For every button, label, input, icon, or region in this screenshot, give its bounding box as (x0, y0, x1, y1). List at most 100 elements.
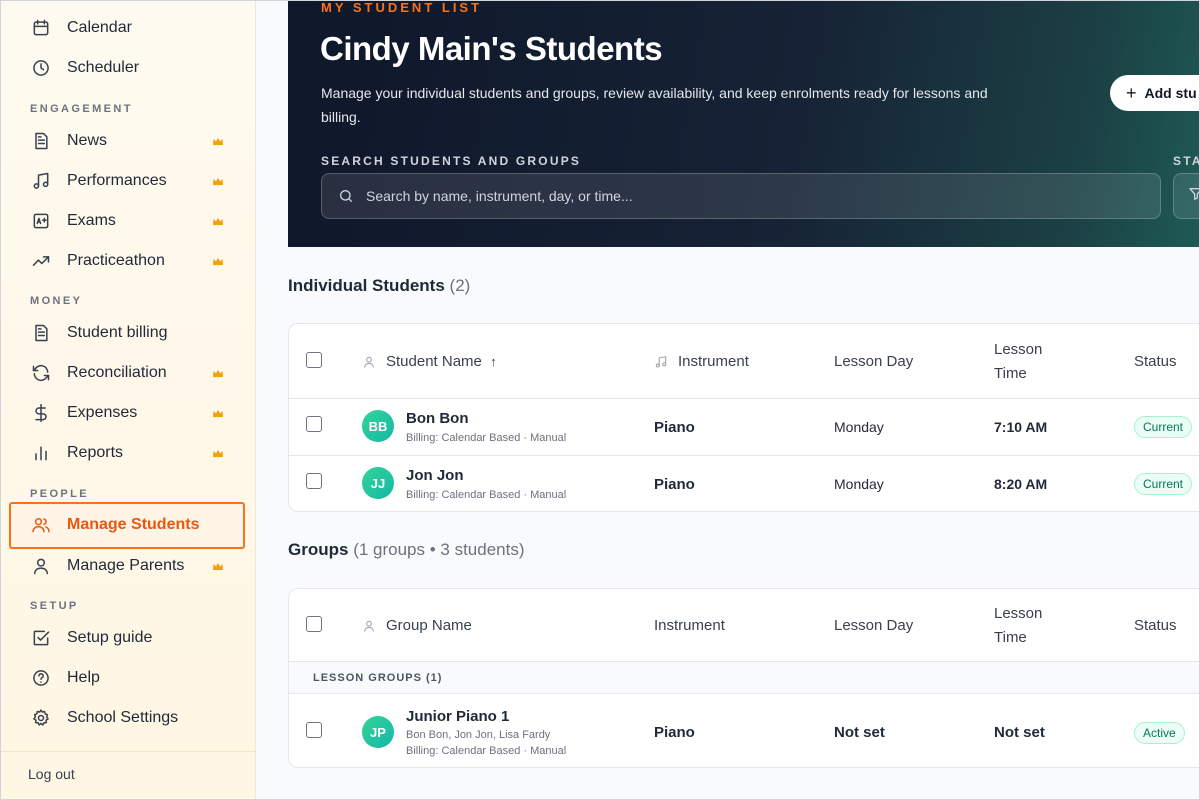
column-header-label: Student Name (386, 353, 482, 370)
status-filter-label: STA (1173, 154, 1200, 168)
sidebar-item-news[interactable]: News (30, 127, 230, 155)
trending-up-icon (30, 250, 52, 272)
column-header-label: Lesson (994, 605, 1043, 622)
column-header-group-name[interactable]: Group Name (386, 617, 472, 634)
column-header-status[interactable]: Status (1134, 353, 1177, 370)
sidebar-item-manage-students[interactable]: Manage Students (30, 511, 230, 539)
sidebar-item-scheduler[interactable]: Scheduler (30, 54, 230, 82)
lesson-day-value: Monday (834, 419, 884, 435)
group-members: Bon Bon, Jon Jon, Lisa Fardy (406, 729, 551, 741)
sidebar-item-help[interactable]: Help (30, 664, 230, 692)
crown-icon (212, 407, 224, 419)
sidebar-item-expenses[interactable]: Expenses (30, 399, 230, 427)
section-heading-engagement: ENGAGEMENT (30, 103, 133, 115)
lesson-groups-label: LESSON GROUPS (1) (313, 672, 443, 684)
music-note-icon (30, 170, 52, 192)
sidebar-divider (0, 751, 256, 752)
column-header-lesson-time[interactable]: Lesson Time (994, 602, 1042, 650)
column-header-student-name[interactable]: Student Name ↑ (386, 353, 497, 370)
column-header-status[interactable]: Status (1134, 617, 1177, 634)
sidebar-item-student-billing[interactable]: Student billing (30, 319, 230, 347)
sidebar-item-practiceathon[interactable]: Practiceathon (30, 247, 230, 275)
student-name-link[interactable]: Bon Bon (406, 410, 468, 427)
page-title: Cindy Main's Students (320, 30, 663, 67)
sidebar-item-performances[interactable]: Performances (30, 167, 230, 195)
sidebar-item-label: News (67, 132, 108, 149)
column-header-lesson-day[interactable]: Lesson Day (834, 353, 913, 370)
sidebar-item-label: Practiceathon (67, 252, 165, 269)
billing-info: Billing: Calendar Based · Manual (406, 432, 567, 444)
row-checkbox[interactable] (306, 473, 322, 489)
clock-icon (30, 57, 52, 79)
instrument-value: Piano (654, 419, 695, 436)
instrument-value: Piano (654, 476, 695, 493)
crown-icon (212, 215, 224, 227)
groups-count: (1 groups • 3 students) (353, 540, 525, 559)
person-icon (362, 355, 376, 369)
search-box[interactable] (321, 173, 1161, 219)
logout-link[interactable]: Log out (28, 766, 75, 782)
section-heading-people: PEOPLE (30, 488, 90, 500)
group-name-link[interactable]: Junior Piano 1 (406, 708, 509, 725)
sidebar-item-label: Scheduler (67, 59, 140, 76)
bar-chart-icon (30, 442, 52, 464)
student-name-link[interactable]: Jon Jon (406, 467, 464, 484)
sidebar-item-school-settings[interactable]: School Settings (30, 704, 230, 732)
music-note-icon (654, 355, 668, 369)
hero-eyebrow: MY STUDENT LIST (321, 0, 483, 15)
crown-icon (212, 135, 224, 147)
sidebar-item-label: Calendar (67, 19, 132, 36)
sidebar-item-label: Exams (67, 212, 116, 229)
groups-heading: Groups (1 groups • 3 students) (288, 540, 525, 560)
sidebar-item-calendar[interactable]: Calendar (30, 14, 230, 42)
crown-icon (212, 255, 224, 267)
status-badge: Current (1134, 473, 1193, 495)
groups-table: Group Name Instrument Lesson Day Lesson … (288, 588, 1200, 768)
sort-ascending-icon: ↑ (490, 354, 497, 369)
sidebar-item-label: Student billing (67, 324, 168, 341)
section-heading-setup: SETUP (30, 600, 79, 612)
crown-icon (212, 560, 224, 572)
sidebar-item-label: Setup guide (67, 629, 153, 646)
search-icon (338, 188, 354, 204)
sidebar-item-label: Help (67, 669, 100, 686)
groups-title: Groups (288, 540, 349, 559)
sidebar-item-label: Manage Parents (67, 557, 185, 574)
sidebar-item-setup-guide[interactable]: Setup guide (30, 624, 230, 652)
sidebar-item-label: Performances (67, 172, 167, 189)
avatar: JJ (362, 467, 394, 499)
lesson-day-value: Not set (834, 724, 885, 741)
avatar: BB (362, 410, 394, 442)
column-header-instrument[interactable]: Instrument (678, 353, 749, 370)
add-student-button[interactable]: + Add stu (1110, 75, 1200, 111)
search-input[interactable] (366, 188, 1126, 204)
sidebar: Calendar Scheduler ENGAGEMENT News Perfo… (0, 0, 256, 800)
crown-icon (212, 447, 224, 459)
row-checkbox[interactable] (306, 416, 322, 432)
avatar: JP (362, 716, 394, 748)
sidebar-item-label: Reports (67, 444, 124, 461)
select-all-checkbox[interactable] (306, 352, 322, 368)
sidebar-item-reports[interactable]: Reports (30, 439, 230, 467)
gear-icon (30, 707, 52, 729)
column-header-lesson-time[interactable]: Lesson Time (994, 338, 1042, 386)
sidebar-item-reconciliation[interactable]: Reconciliation (30, 359, 230, 387)
instrument-value: Piano (654, 724, 695, 741)
plus-icon: + (1126, 82, 1137, 103)
search-label: SEARCH STUDENTS AND GROUPS (321, 154, 582, 168)
column-header-lesson-day[interactable]: Lesson Day (834, 617, 913, 634)
sidebar-item-exams[interactable]: Exams (30, 207, 230, 235)
sidebar-item-label: School Settings (67, 709, 179, 726)
grade-icon (30, 210, 52, 232)
status-filter-select[interactable] (1173, 173, 1200, 219)
hero-banner: MY STUDENT LIST Cindy Main's Students Ma… (288, 0, 1200, 247)
column-header-label: Time (994, 365, 1027, 382)
column-header-instrument[interactable]: Instrument (654, 617, 725, 634)
lesson-time-value: Not set (994, 724, 1045, 741)
row-checkbox[interactable] (306, 722, 322, 738)
crown-icon (212, 175, 224, 187)
add-student-label: Add stu (1144, 85, 1197, 101)
column-header-label: Lesson (994, 341, 1043, 358)
sidebar-item-manage-parents[interactable]: Manage Parents (30, 552, 230, 580)
select-all-checkbox[interactable] (306, 616, 322, 632)
